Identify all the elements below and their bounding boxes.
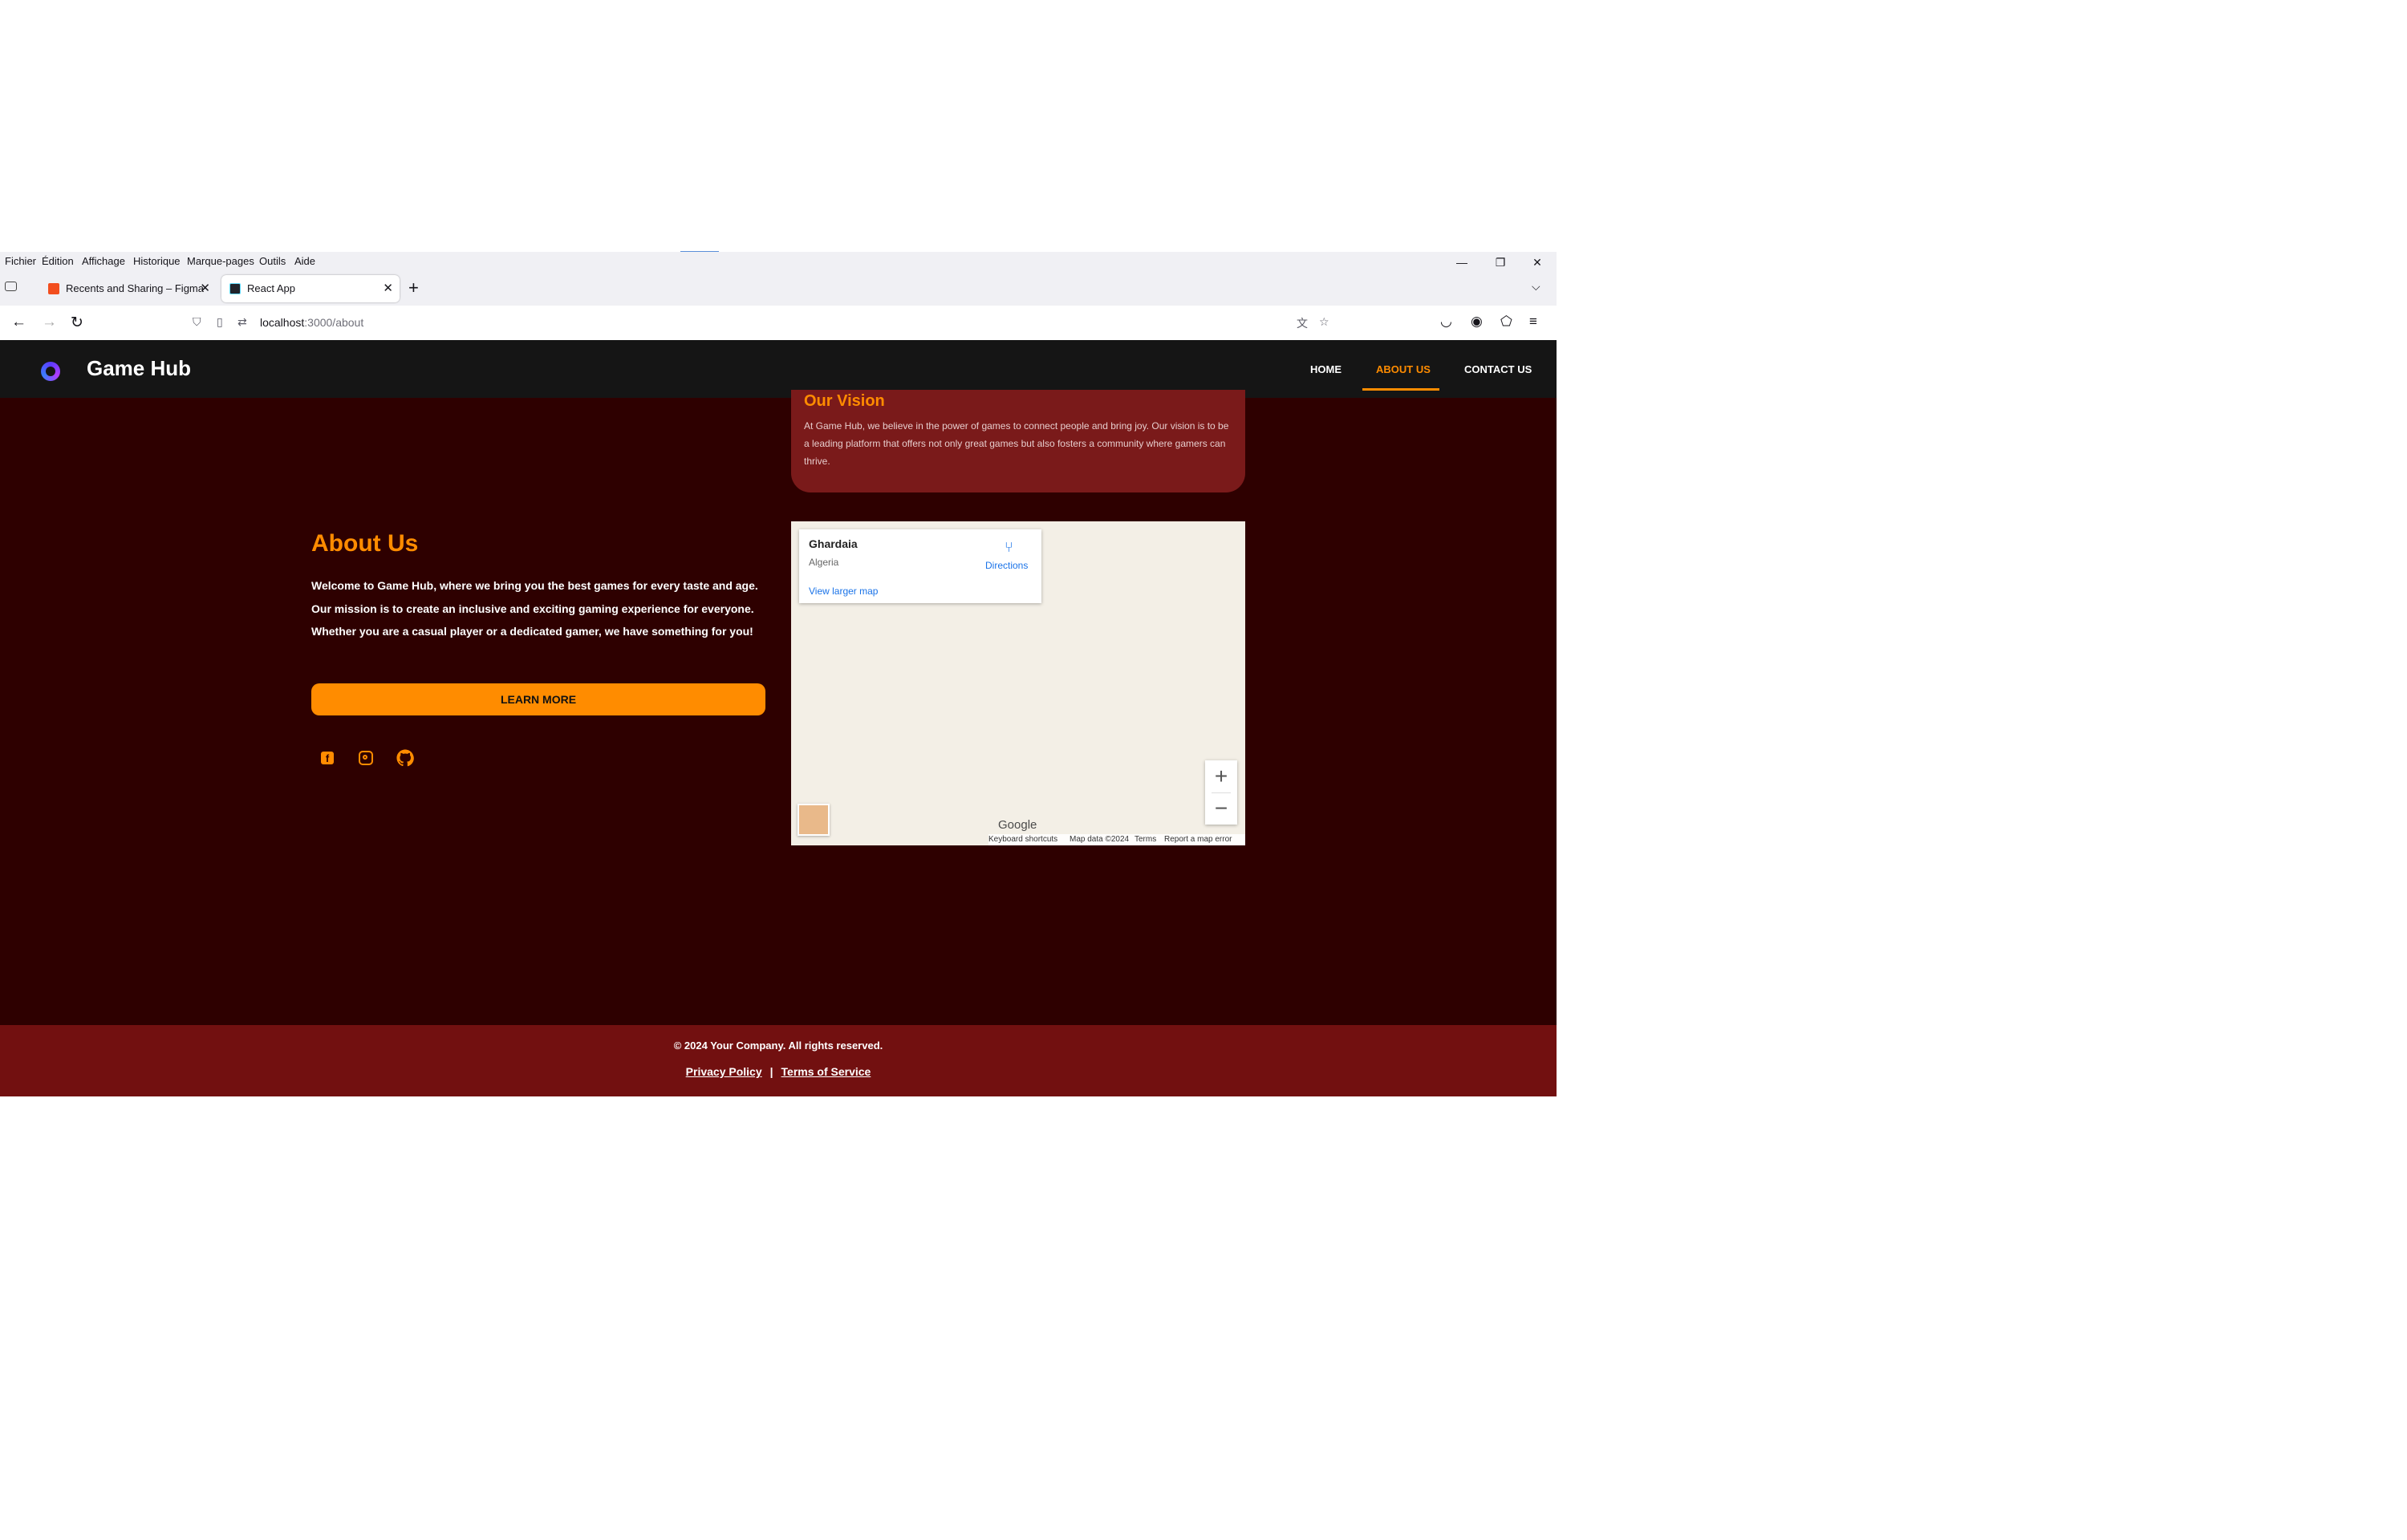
copyright-text: © 2024 Your Company. All rights reserved… (673, 1040, 883, 1052)
vision-card: Our Vision At Game Hub, we believe in th… (791, 390, 1245, 492)
active-nav-indicator (1362, 388, 1439, 391)
hamburger-menu-icon[interactable]: ≡ (1529, 314, 1537, 330)
map-place-card: Ghardaia Algeria View larger map ⑂ Direc… (799, 529, 1041, 603)
back-icon[interactable]: ← (11, 314, 26, 331)
react-favicon-icon (229, 283, 241, 294)
footer-separator: | (769, 1065, 773, 1078)
translate-icon[interactable]: 文 (1297, 315, 1308, 331)
google-map[interactable]: Ghardaia Algeria View larger map ⑂ Direc… (791, 521, 1245, 845)
map-footer: Keyboard shortcuts Map data ©2024 Terms … (988, 834, 1245, 845)
instagram-icon[interactable] (356, 748, 375, 767)
browser-window: Fichier Édition Affichage Historique Mar… (0, 252, 1557, 1096)
terms-of-service-link[interactable]: Terms of Service (781, 1065, 871, 1078)
nav-toolbar: ← → ↻ ⛉ ▯ ⇄ localhost:3000/about 文 ☆ ◡ ◉… (0, 306, 1557, 341)
tab-title: Recents and Sharing – Figma (66, 282, 204, 294)
facebook-icon[interactable]: f (318, 748, 337, 767)
bookmark-star-icon[interactable]: ☆ (1319, 315, 1329, 329)
logo-icon[interactable] (41, 362, 60, 381)
list-all-tabs-icon[interactable] (5, 282, 17, 291)
menu-fichier[interactable]: Fichier (5, 255, 36, 267)
directions-icon[interactable]: ⑂ (1005, 539, 1013, 556)
google-logo: Google (998, 818, 1037, 832)
tab-bar: Recents and Sharing – Figma ✕ React App … (0, 272, 1557, 306)
learn-more-button[interactable]: LEARN MORE (311, 683, 765, 715)
url-bar[interactable]: ⛉ ▯ ⇄ localhost:3000/about 文 ☆ (185, 310, 1340, 335)
site-header: Game Hub HOME ABOUT US CONTACT US (0, 340, 1557, 398)
zoom-in-button[interactable]: + (1205, 760, 1237, 792)
close-tab-icon[interactable]: ✕ (200, 281, 210, 295)
footer-links: Privacy Policy | Terms of Service (0, 1065, 1557, 1078)
about-title: About Us (311, 530, 419, 557)
brand-name[interactable]: Game Hub (87, 356, 191, 381)
extensions-icon[interactable]: ⬠ (1500, 314, 1512, 330)
tab-figma[interactable]: Recents and Sharing – Figma ✕ (40, 275, 217, 302)
tracking-protection-icon[interactable]: ⛉ (193, 315, 201, 329)
about-text: Welcome to Game Hub, where we bring you … (311, 579, 758, 638)
forward-icon[interactable]: → (42, 314, 57, 331)
github-icon[interactable] (396, 748, 415, 767)
page-info-icon[interactable]: ▯ (217, 315, 223, 329)
site-footer: © 2024 Your Company. All rights reserved… (0, 1025, 1557, 1096)
vision-text: At Game Hub, we believe in the power of … (804, 420, 1229, 467)
map-place-name: Ghardaia (809, 537, 858, 550)
privacy-policy-link[interactable]: Privacy Policy (686, 1065, 762, 1078)
menu-bar: Fichier Édition Affichage Historique Mar… (0, 252, 1557, 272)
menu-outils[interactable]: Outils (259, 255, 286, 267)
account-icon[interactable]: ◉ (1471, 314, 1483, 330)
menu-historique[interactable]: Historique (133, 255, 181, 267)
menu-edition[interactable]: Édition (42, 255, 74, 267)
pocket-icon[interactable]: ◡ (1440, 314, 1452, 330)
figma-favicon-icon (48, 283, 59, 294)
minimize-icon[interactable]: — (1446, 253, 1478, 271)
nav-about-us[interactable]: ABOUT US (1376, 363, 1431, 375)
menu-marque-pages[interactable]: Marque-pages (187, 255, 254, 267)
tab-react-app[interactable]: React App ✕ (221, 275, 400, 302)
keyboard-shortcuts-link[interactable]: Keyboard shortcuts (988, 835, 1057, 844)
zoom-controls: + − (1205, 760, 1237, 825)
nav-contact-us[interactable]: CONTACT US (1464, 363, 1532, 375)
report-map-error-link[interactable]: Report a map error (1164, 835, 1232, 844)
street-view-pegman-icon[interactable] (798, 804, 830, 836)
url-text[interactable]: localhost:3000/about (260, 316, 363, 329)
restore-icon[interactable]: ❐ (1484, 253, 1516, 271)
map-country: Algeria (809, 557, 839, 568)
zoom-out-button[interactable]: − (1205, 792, 1237, 825)
chevron-down-icon[interactable]: ⌵ (1532, 280, 1540, 294)
menu-aide[interactable]: Aide (294, 255, 315, 267)
terms-link[interactable]: Terms (1134, 835, 1156, 844)
menu-affichage[interactable]: Affichage (82, 255, 125, 267)
map-data-label: Map data ©2024 (1070, 835, 1130, 844)
tab-title: React App (247, 282, 295, 294)
directions-link[interactable]: Directions (985, 560, 1028, 571)
vision-title: Our Vision (804, 392, 885, 410)
close-tab-icon[interactable]: ✕ (383, 281, 393, 295)
new-tab-icon[interactable]: + (408, 278, 419, 298)
web-page: Game Hub HOME ABOUT US CONTACT US Our Vi… (0, 340, 1557, 1096)
reload-icon[interactable]: ↻ (71, 314, 83, 332)
view-larger-map-link[interactable]: View larger map (809, 586, 878, 597)
permissions-icon[interactable]: ⇄ (237, 315, 247, 329)
close-window-icon[interactable]: ✕ (1521, 253, 1553, 271)
nav-home[interactable]: HOME (1310, 363, 1342, 375)
